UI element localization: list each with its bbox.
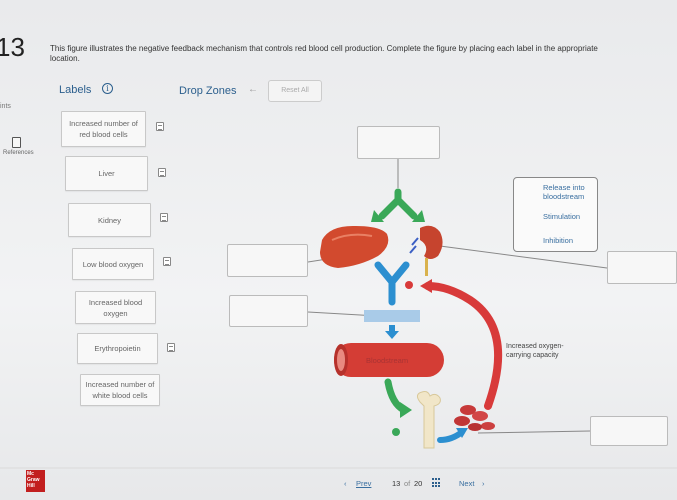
mcgraw-hill-logo: Mc Graw Hill [26,470,45,492]
page-total: 20 [414,479,423,488]
prev-button[interactable]: Prev [356,479,371,488]
legend-release-label: Release into bloodstream [543,183,585,201]
page-current: 13 [392,479,401,488]
next-button[interactable]: Next [459,479,474,488]
page-of: of [404,479,411,488]
legend-inhibition-label: Inhibition [543,236,574,245]
grid-view-icon[interactable] [432,478,442,488]
next-chevron-icon[interactable]: › [482,479,485,488]
bloodstream-label: Bloodstream [366,356,409,365]
capacity-label: Increased oxygen-carrying capacity [506,343,564,359]
legend-stimulation-label: Stimulation [543,212,581,221]
prev-chevron-icon[interactable]: ‹ [344,479,347,488]
